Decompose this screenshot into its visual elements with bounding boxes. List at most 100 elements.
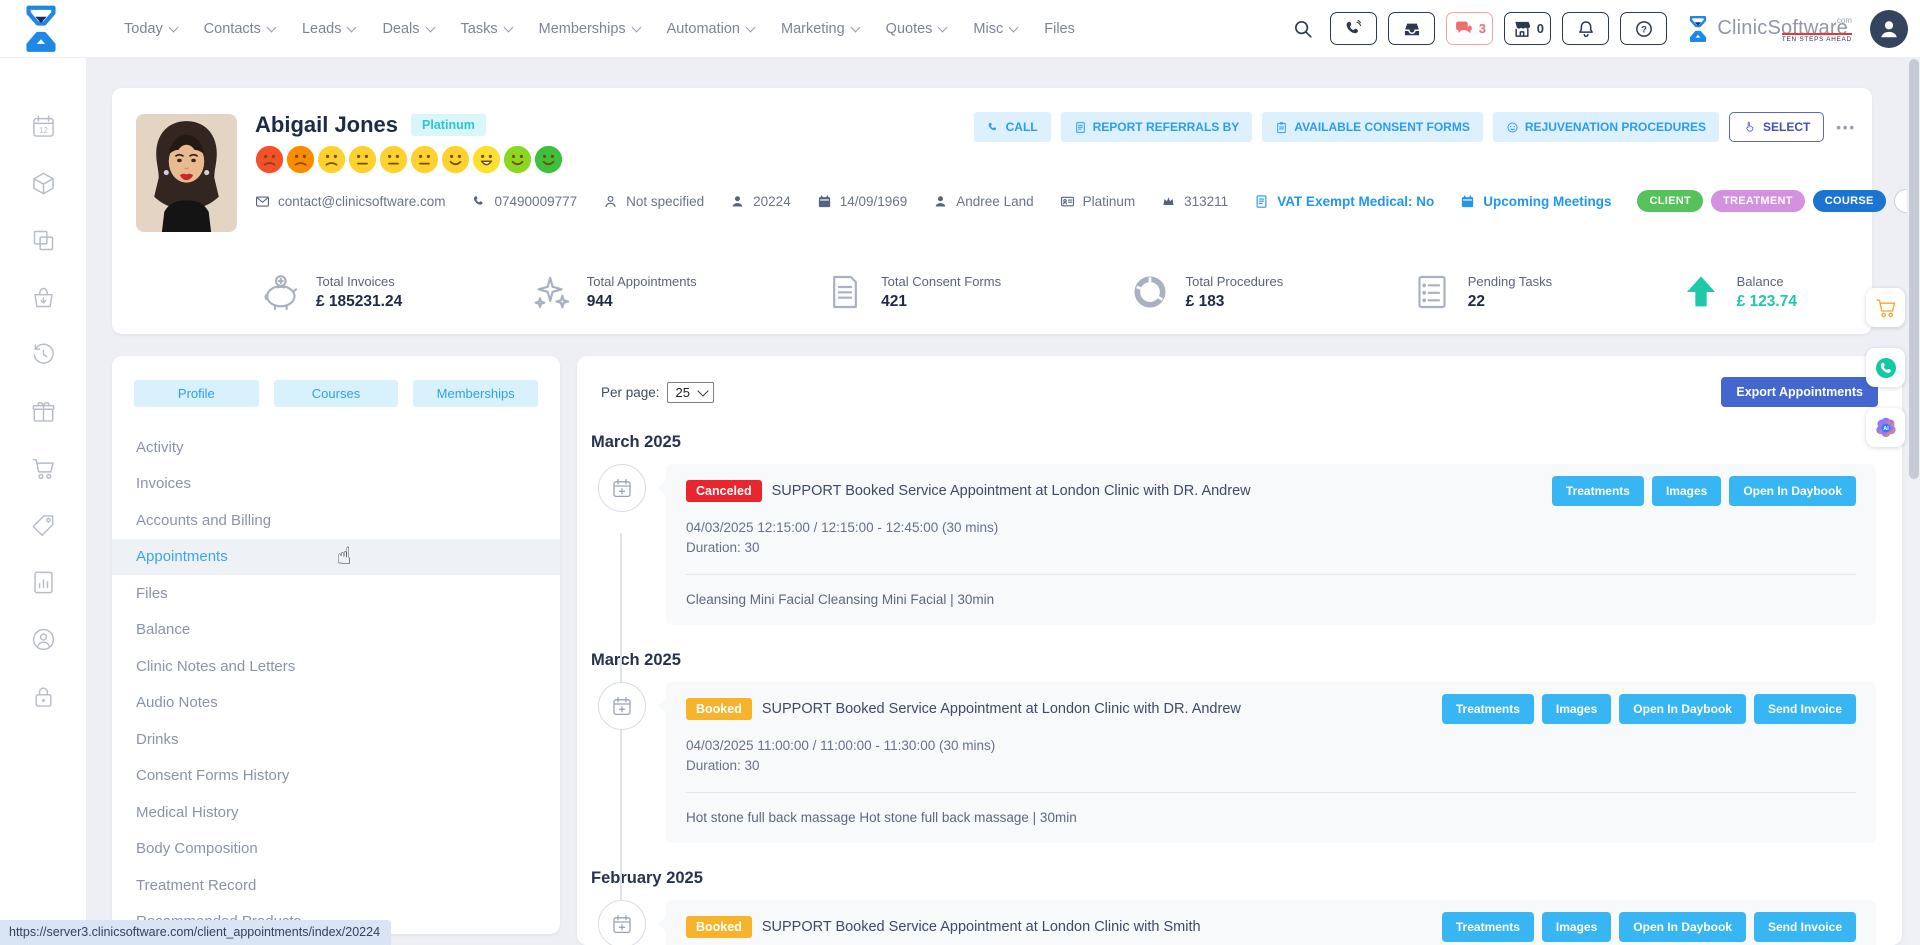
client-detail-vat-exempt-medical-no[interactable]: VAT Exempt Medical: No: [1254, 194, 1434, 209]
nav-quotes[interactable]: Quotes: [886, 21, 947, 37]
chat-button[interactable]: 3: [1446, 12, 1493, 45]
tab-courses[interactable]: Courses: [274, 380, 399, 407]
cart-icon: [1874, 296, 1898, 320]
label-course[interactable]: COURSE: [1813, 190, 1886, 212]
open-in-daybook-button[interactable]: Open In Daybook: [1619, 694, 1746, 724]
select-button[interactable]: SELECT: [1729, 112, 1824, 142]
nav-today[interactable]: Today: [124, 21, 177, 37]
mood-face-3[interactable]: [317, 145, 346, 174]
sidebar-item-consent-forms-history[interactable]: Consent Forms History: [112, 758, 560, 795]
scrollbar-thumb[interactable]: [1909, 59, 1919, 479]
client-detail-07490009777: 07490009777: [472, 194, 578, 209]
user-avatar[interactable]: [1870, 10, 1908, 48]
notifications-button[interactable]: [1562, 12, 1609, 45]
mood-face-10[interactable]: [534, 145, 563, 174]
history-icon[interactable]: [30, 341, 57, 368]
treatments-button[interactable]: Treatments: [1442, 912, 1534, 942]
images-button[interactable]: Images: [1652, 476, 1721, 506]
mood-face-5[interactable]: [379, 145, 408, 174]
hourglass-logo[interactable]: [20, 4, 62, 54]
label-treatment[interactable]: TREATMENT: [1711, 190, 1805, 212]
price-tag-icon[interactable]: [30, 512, 57, 539]
basket-icon[interactable]: [30, 284, 57, 311]
nav-leads[interactable]: Leads: [302, 21, 356, 37]
search-icon[interactable]: [1292, 18, 1314, 40]
ai-widget[interactable]: AI: [1866, 408, 1905, 447]
mood-face-7[interactable]: [441, 145, 470, 174]
piggy-bank-icon: [260, 272, 300, 312]
sidebar-item-audio-notes[interactable]: Audio Notes: [112, 685, 560, 722]
mood-face-8[interactable]: [472, 145, 501, 174]
whatsapp-widget[interactable]: [1866, 348, 1905, 387]
sidebar-item-invoices[interactable]: Invoices: [112, 466, 560, 503]
sidebar-item-balance[interactable]: Balance: [112, 612, 560, 649]
open-in-daybook-button[interactable]: Open In Daybook: [1619, 912, 1746, 942]
send-invoice-button[interactable]: Send Invoice: [1754, 694, 1856, 724]
label-client[interactable]: CLIENT: [1637, 190, 1703, 212]
nav-misc[interactable]: Misc: [973, 21, 1017, 37]
sidebar-item-body-composition[interactable]: Body Composition: [112, 831, 560, 868]
crown-icon: [1161, 194, 1176, 209]
phone-button[interactable]: [1330, 12, 1377, 45]
sidebar-item-appointments[interactable]: Appointments: [112, 539, 560, 576]
gift-icon[interactable]: [30, 398, 57, 425]
available-consent-forms-button[interactable]: AVAILABLE CONSENT FORMS: [1262, 112, 1483, 142]
lock-icon[interactable]: [30, 683, 57, 710]
sidebar-item-files[interactable]: Files: [112, 575, 560, 612]
nav-contacts[interactable]: Contacts: [204, 21, 275, 37]
report-referrals-by-button[interactable]: REPORT REFERRALS BY: [1061, 112, 1253, 142]
more-options-button[interactable]: •••: [1836, 120, 1856, 135]
images-button[interactable]: Images: [1542, 912, 1611, 942]
chat-count-badge: 3: [1479, 21, 1486, 36]
clinicsoftware-wordmark[interactable]: ClinicSoftware .com TEN STEPS AHEAD: [1686, 14, 1854, 44]
nav-marketing[interactable]: Marketing: [781, 21, 859, 37]
mood-face-6[interactable]: [410, 145, 439, 174]
nav-tasks[interactable]: Tasks: [461, 21, 512, 37]
sidebar-item-clinic-notes-and-letters[interactable]: Clinic Notes and Letters: [112, 648, 560, 685]
images-button[interactable]: Images: [1542, 694, 1611, 724]
store-button[interactable]: 0: [1504, 12, 1551, 45]
stat-total-appointments: Total Appointments944: [531, 272, 697, 312]
nav-memberships[interactable]: Memberships: [539, 21, 640, 37]
scrollbar-track[interactable]: [1907, 57, 1920, 945]
calendar-date-icon[interactable]: 12: [30, 113, 57, 140]
tab-memberships[interactable]: Memberships: [413, 380, 538, 407]
sidebar-item-accounts-and-billing[interactable]: Accounts and Billing: [112, 502, 560, 539]
nav-deals[interactable]: Deals: [382, 21, 433, 37]
tab-profile[interactable]: Profile: [134, 380, 259, 407]
client-detail-not-specified: Not specified: [603, 194, 704, 209]
sidebar-item-treatment-record[interactable]: Treatment Record: [112, 867, 560, 904]
per-page-select[interactable]: 25: [667, 382, 714, 403]
mood-face-4[interactable]: [348, 145, 377, 174]
inbox-button[interactable]: [1388, 12, 1435, 45]
mood-face-2[interactable]: [286, 145, 315, 174]
phone-icon: [472, 194, 487, 209]
mood-face-1[interactable]: [255, 145, 284, 174]
account-icon[interactable]: [30, 626, 57, 653]
client-detail-upcoming-meetings[interactable]: Upcoming Meetings: [1460, 194, 1611, 209]
nav-files[interactable]: Files: [1044, 21, 1075, 37]
sidebar-item-activity[interactable]: Activity: [112, 429, 560, 466]
help-button[interactable]: ?: [1620, 12, 1667, 45]
copy-icon[interactable]: [30, 227, 57, 254]
treatments-button[interactable]: Treatments: [1552, 476, 1644, 506]
stat-label: Total Consent Forms: [881, 274, 1001, 289]
export-appointments-button[interactable]: Export Appointments: [1721, 377, 1878, 407]
mood-face-9[interactable]: [503, 145, 532, 174]
chevron-down-icon: [425, 22, 435, 32]
cube-icon[interactable]: [30, 170, 57, 197]
report-chart-icon[interactable]: [30, 569, 57, 596]
send-invoice-button[interactable]: Send Invoice: [1754, 912, 1856, 942]
sidebar-item-drinks[interactable]: Drinks: [112, 721, 560, 758]
cart-widget[interactable]: [1866, 288, 1905, 327]
rejuvenation-procedures-button[interactable]: REJUVENATION PROCEDURES: [1493, 112, 1719, 142]
call-button[interactable]: CALL: [974, 112, 1051, 142]
store-icon: [1512, 19, 1532, 39]
cart-icon[interactable]: [30, 455, 57, 482]
sidebar-item-medical-history[interactable]: Medical History: [112, 794, 560, 831]
chevron-down-icon: [266, 22, 276, 32]
open-in-daybook-button[interactable]: Open In Daybook: [1729, 476, 1856, 506]
nav-automation[interactable]: Automation: [667, 21, 754, 37]
treatments-button[interactable]: Treatments: [1442, 694, 1534, 724]
stat-value: £ 123.74: [1737, 293, 1797, 311]
